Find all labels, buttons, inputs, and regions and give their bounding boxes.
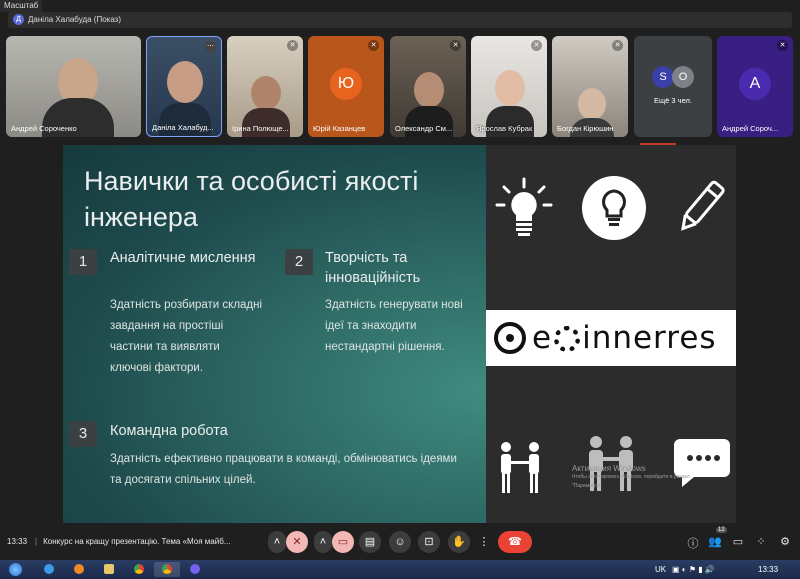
- mic-off-icon: ✕: [368, 40, 379, 51]
- participant-tile[interactable]: ✕ Ярослав Кубрак: [471, 36, 547, 137]
- more-participants-label: Ещё 3 чел.: [654, 96, 692, 105]
- chrome-active-icon[interactable]: [154, 562, 180, 577]
- company-logo: e innerres: [486, 310, 736, 366]
- chrome-icon[interactable]: [126, 562, 152, 577]
- participant-count-badge: 12: [716, 527, 727, 533]
- participant-tile[interactable]: ✕ Богдан Кірюшин: [552, 36, 628, 137]
- mic-off-icon: ✕: [287, 40, 298, 51]
- people-standing-icon: [501, 442, 539, 493]
- avatar: Ю: [330, 68, 362, 100]
- camera-toggle-button[interactable]: ▭: [332, 531, 354, 553]
- info-icon[interactable]: ⓘ: [686, 535, 700, 551]
- taskbar-clock[interactable]: 13:33: [758, 565, 778, 574]
- slide-image-panel: e innerres Активация Windows Чтобы актив…: [486, 145, 736, 523]
- emoji-button[interactable]: ☺: [389, 531, 411, 553]
- item-title: Аналітичне мислення: [110, 250, 256, 266]
- gear-icon: [554, 326, 581, 352]
- activities-icon[interactable]: ⁘: [754, 535, 768, 548]
- language-indicator[interactable]: UK: [655, 565, 666, 574]
- media-player-icon[interactable]: [66, 562, 92, 577]
- participant-name: Олександр См...: [395, 124, 453, 133]
- idea-circle-icon: [582, 176, 646, 240]
- participant-tile[interactable]: ✕ Олександр См...: [390, 36, 466, 137]
- internet-explorer-icon[interactable]: [36, 562, 62, 577]
- raise-hand-button[interactable]: ✋: [448, 531, 470, 553]
- video-options-button[interactable]: ˄: [314, 531, 332, 553]
- windows-activation-watermark: Активация Windows Чтобы активировать Win…: [572, 464, 691, 489]
- presenter-bar: Д Даніла Халабуда (Показ): [8, 12, 792, 28]
- avatar: S: [652, 66, 674, 88]
- presentation-slide: Навички та особисті якості інженера 1 Ан…: [63, 145, 736, 523]
- captions-button[interactable]: ▤: [359, 531, 381, 553]
- participant-name: Ярослав Кубрак: [476, 124, 533, 133]
- mic-off-icon: ✕: [450, 40, 461, 51]
- item-number: 1: [69, 249, 97, 275]
- item-number: 2: [285, 249, 313, 275]
- pen-icon: [681, 180, 725, 231]
- host-controls-icon[interactable]: ⚙: [778, 535, 792, 548]
- presenter-avatar: Д: [13, 14, 24, 26]
- mic-off-icon: ✕: [531, 40, 542, 51]
- participant-tile[interactable]: Ю ✕ Юрій Казанцев: [308, 36, 384, 137]
- start-button-icon[interactable]: [2, 562, 28, 577]
- participant-name: Андрей Сороченко: [11, 124, 77, 133]
- mic-toggle-button[interactable]: ✕: [286, 531, 308, 553]
- item-number: 3: [69, 421, 97, 447]
- logo-mark-icon: [494, 322, 526, 354]
- more-options-button[interactable]: ⋮: [477, 531, 491, 553]
- participant-tile[interactable]: Андрей Сороченко: [6, 36, 141, 137]
- zoom-label: Масштаб: [0, 0, 43, 12]
- more-options-icon[interactable]: ⋯: [205, 41, 216, 52]
- present-screen-button[interactable]: ⊡: [418, 531, 440, 553]
- participant-name: Даніла Халабуд...: [152, 123, 214, 132]
- chat-icon[interactable]: ▭: [731, 535, 745, 548]
- viber-icon[interactable]: [182, 562, 208, 577]
- tray-icons[interactable]: ▣ ◐ ⚑ ▮ 🔊: [672, 565, 715, 574]
- avatar: O: [672, 66, 694, 88]
- lightbulb-rays-icon: [495, 177, 553, 236]
- slide-title: Навички та особисті якості інженера: [84, 166, 419, 232]
- item-body: Здатність генерувати нові ідеї та знаход…: [325, 299, 463, 353]
- participant-tile[interactable]: ✕ Ірина Полюще...: [227, 36, 303, 137]
- participant-name: Ірина Полюще...: [232, 124, 289, 133]
- item-body: Здатність ефективно працювати в команді,…: [110, 453, 457, 486]
- meeting-info: 13:33 | Конкурс на кращу презентацію. Тема…: [7, 537, 231, 546]
- participant-name: Андрей Сороч...: [722, 124, 779, 133]
- item-title: Командна робота: [110, 423, 228, 439]
- participant-tile[interactable]: ⋯ Даніла Халабуд...: [146, 36, 222, 137]
- mic-off-icon: ✕: [612, 40, 623, 51]
- end-call-button[interactable]: ☎: [498, 531, 532, 553]
- presenter-name: Даніла Халабуда (Показ): [28, 15, 122, 24]
- participant-name: Богдан Кірюшин: [557, 124, 614, 133]
- participant-name: Юрій Казанцев: [313, 124, 366, 133]
- item-body: Здатність розбирати складні завдання на …: [110, 299, 263, 374]
- avatar: А: [739, 68, 771, 100]
- people-icon[interactable]: 👥: [708, 535, 722, 548]
- item-title: Творчість та інноваційність: [325, 250, 421, 286]
- mic-off-icon: ✕: [777, 40, 788, 51]
- audio-options-button[interactable]: ˄: [268, 531, 286, 553]
- participant-tile[interactable]: А ✕ Андрей Сороч...: [717, 36, 793, 137]
- file-explorer-icon[interactable]: [96, 562, 122, 577]
- more-participants-tile[interactable]: S O Ещё 3 чел.: [634, 36, 712, 137]
